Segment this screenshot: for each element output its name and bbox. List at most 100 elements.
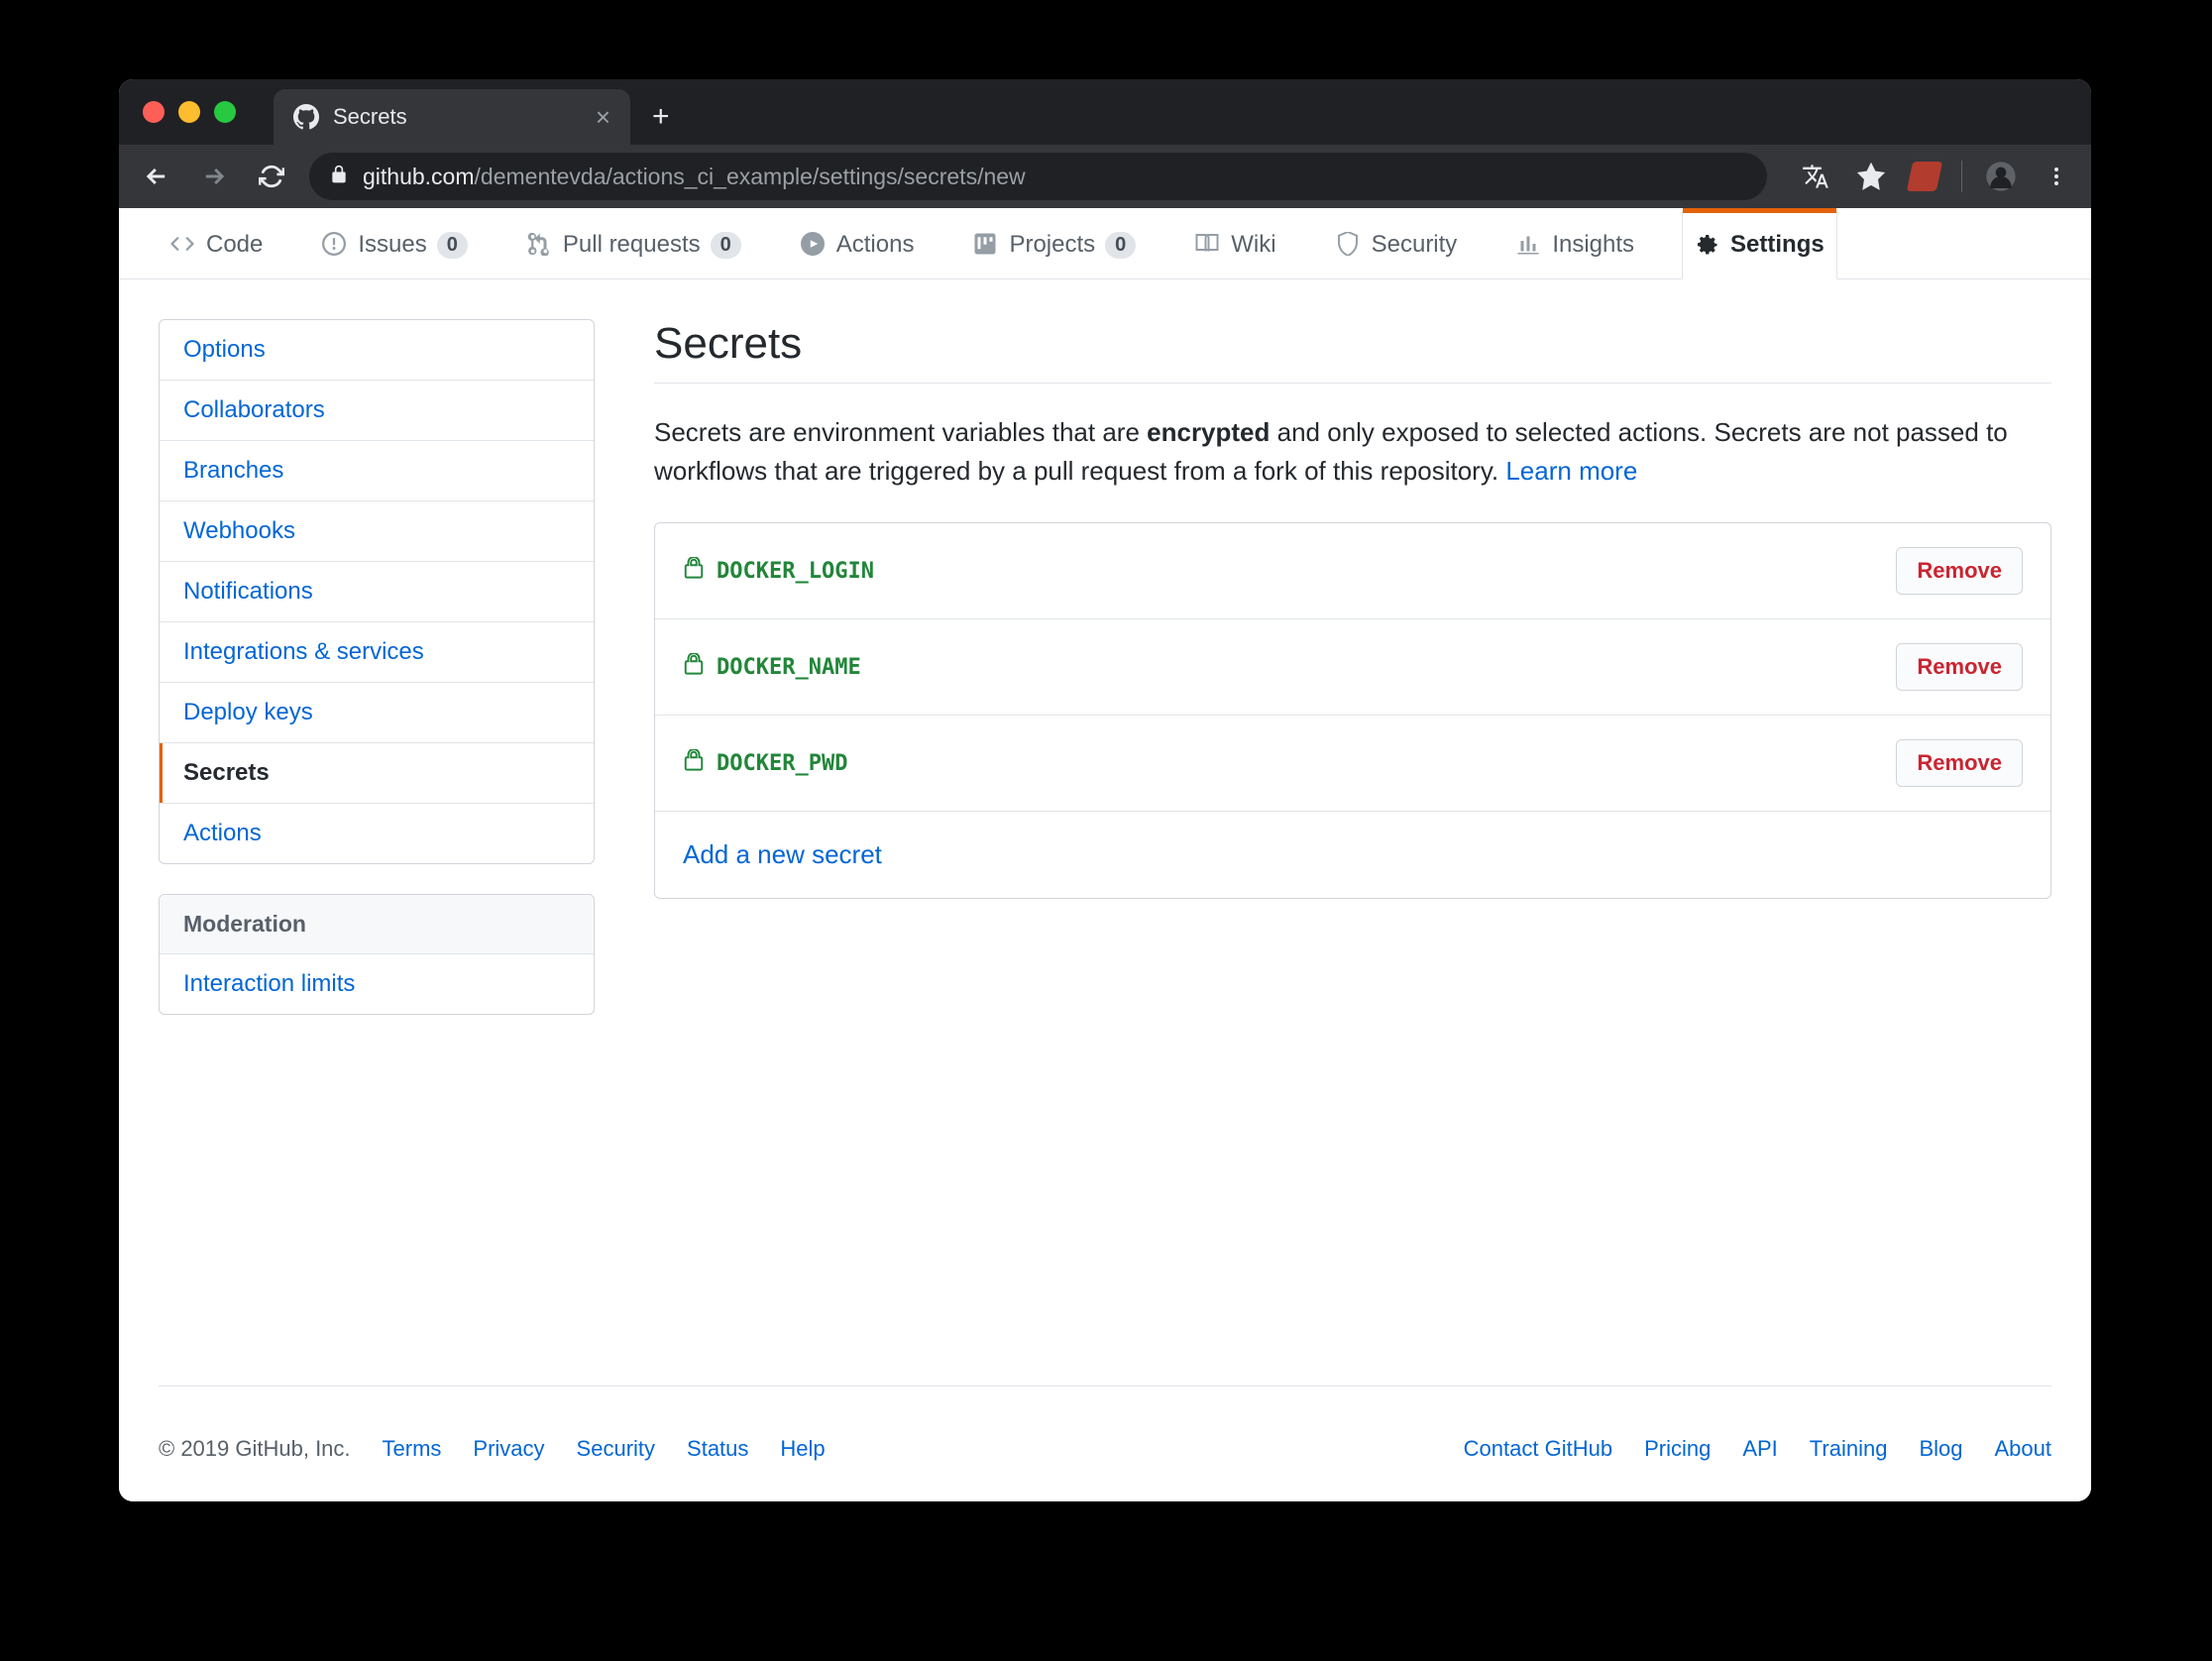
gear-icon — [1695, 232, 1720, 258]
sidebar-item-collaborators[interactable]: Collaborators — [160, 381, 594, 441]
footer-status[interactable]: Status — [687, 1436, 748, 1462]
secrets-list: DOCKER_LOGIN Remove DOCKER_NAME Remove — [654, 522, 2051, 899]
sidebar-item-interaction-limits[interactable]: Interaction limits — [160, 954, 594, 1014]
tab-label: Insights — [1552, 231, 1634, 259]
repo-nav: Code Issues 0 Pull requests 0 Actions Pr… — [119, 208, 2091, 279]
back-button[interactable] — [137, 157, 176, 196]
tab-code[interactable]: Code — [159, 211, 275, 278]
secret-name-text: DOCKER_LOGIN — [717, 559, 874, 584]
browser-tab[interactable]: Secrets × — [274, 89, 630, 145]
remove-button[interactable]: Remove — [1896, 739, 2023, 787]
main-content: Secrets Secrets are environment variable… — [654, 319, 2051, 1346]
sidebar-item-deploy-keys[interactable]: Deploy keys — [160, 683, 594, 743]
sidebar-item-integrations[interactable]: Integrations & services — [160, 622, 594, 683]
sidebar-item-actions[interactable]: Actions — [160, 804, 594, 863]
secret-row: DOCKER_PWD Remove — [655, 716, 2050, 812]
lock-icon — [683, 653, 705, 681]
secret-row: DOCKER_LOGIN Remove — [655, 523, 2050, 619]
footer-pricing[interactable]: Pricing — [1644, 1436, 1711, 1462]
maximize-window-button[interactable] — [214, 101, 236, 123]
tab-pull-requests[interactable]: Pull requests 0 — [515, 211, 753, 278]
sidebar-item-secrets[interactable]: Secrets — [160, 743, 594, 804]
moderation-header: Moderation — [160, 895, 594, 954]
url-text: github.com/dementevda/actions_ci_example… — [363, 164, 1026, 190]
sidebar-item-webhooks[interactable]: Webhooks — [160, 501, 594, 562]
secret-name: DOCKER_PWD — [683, 749, 847, 777]
footer-training[interactable]: Training — [1810, 1436, 1888, 1462]
browser-toolbar: github.com/dementevda/actions_ci_example… — [119, 145, 2091, 208]
pulls-count: 0 — [711, 232, 741, 259]
graph-icon — [1516, 232, 1542, 258]
close-window-button[interactable] — [143, 101, 165, 123]
add-secret-link[interactable]: Add a new secret — [683, 839, 882, 870]
window-controls — [119, 79, 260, 145]
star-icon[interactable] — [1854, 160, 1888, 193]
footer-contact[interactable]: Contact GitHub — [1464, 1436, 1612, 1462]
profile-icon[interactable] — [1984, 160, 2018, 193]
pr-icon — [527, 232, 553, 258]
menu-icon[interactable] — [2040, 160, 2073, 193]
project-icon — [973, 232, 999, 258]
browser-window: Secrets × + github.com/dementevda/action… — [119, 79, 2091, 1501]
address-bar[interactable]: github.com/dementevda/actions_ci_example… — [309, 153, 1767, 200]
toolbar-divider — [1961, 161, 1962, 192]
tab-projects[interactable]: Projects 0 — [961, 211, 1148, 278]
projects-count: 0 — [1105, 232, 1136, 259]
github-favicon-icon — [293, 104, 319, 130]
reload-button[interactable] — [252, 157, 291, 196]
page-content: Code Issues 0 Pull requests 0 Actions Pr… — [119, 208, 2091, 1501]
tab-label: Code — [206, 231, 263, 259]
lock-icon — [329, 164, 349, 190]
footer-left: © 2019 GitHub, Inc. Terms Privacy Securi… — [159, 1436, 826, 1462]
secrets-description: Secrets are environment variables that a… — [654, 413, 2051, 491]
moderation-menu: Moderation Interaction limits — [159, 894, 595, 1015]
page-body: Options Collaborators Branches Webhooks … — [119, 279, 2091, 1385]
learn-more-link[interactable]: Learn more — [1505, 456, 1637, 486]
new-tab-button[interactable]: + — [630, 89, 692, 145]
tab-settings[interactable]: Settings — [1682, 211, 1837, 279]
tab-label: Actions — [836, 231, 915, 259]
tab-label: Security — [1372, 231, 1458, 259]
page-footer: © 2019 GitHub, Inc. Terms Privacy Securi… — [159, 1385, 2051, 1501]
shield-icon — [1336, 232, 1362, 258]
toolbar-right — [1785, 160, 2073, 193]
close-tab-icon[interactable]: × — [596, 102, 610, 133]
footer-about[interactable]: About — [1995, 1436, 2052, 1462]
tab-issues[interactable]: Issues 0 — [310, 211, 480, 278]
desc-bold: encrypted — [1147, 417, 1270, 447]
secret-name-text: DOCKER_PWD — [717, 751, 847, 776]
translate-icon[interactable] — [1799, 160, 1832, 193]
issue-icon — [322, 232, 348, 258]
footer-right: Contact GitHub Pricing API Training Blog… — [1464, 1436, 2051, 1462]
forward-button[interactable] — [194, 157, 234, 196]
copyright: © 2019 GitHub, Inc. — [159, 1436, 351, 1462]
sidebar-item-options[interactable]: Options — [160, 320, 594, 381]
footer-blog[interactable]: Blog — [1919, 1436, 1962, 1462]
code-icon — [170, 232, 196, 258]
lock-icon — [683, 749, 705, 777]
sidebar-item-branches[interactable]: Branches — [160, 441, 594, 501]
remove-button[interactable]: Remove — [1896, 547, 2023, 595]
tab-wiki[interactable]: Wiki — [1183, 211, 1287, 278]
tab-label: Pull requests — [563, 231, 701, 259]
tab-label: Settings — [1730, 231, 1825, 259]
page-title: Secrets — [654, 319, 2051, 384]
footer-api[interactable]: API — [1742, 1436, 1777, 1462]
footer-security[interactable]: Security — [577, 1436, 655, 1462]
sidebar-item-notifications[interactable]: Notifications — [160, 562, 594, 622]
play-icon — [801, 232, 827, 258]
extension-icon[interactable] — [1907, 162, 1942, 191]
tab-security[interactable]: Security — [1324, 211, 1470, 278]
secret-name: DOCKER_LOGIN — [683, 557, 874, 585]
tab-actions[interactable]: Actions — [789, 211, 927, 278]
minimize-window-button[interactable] — [178, 101, 200, 123]
secret-name: DOCKER_NAME — [683, 653, 861, 681]
footer-terms[interactable]: Terms — [383, 1436, 442, 1462]
footer-help[interactable]: Help — [780, 1436, 825, 1462]
secret-name-text: DOCKER_NAME — [717, 655, 861, 680]
footer-privacy[interactable]: Privacy — [473, 1436, 544, 1462]
remove-button[interactable]: Remove — [1896, 643, 2023, 691]
tab-label: Projects — [1009, 231, 1095, 259]
tab-insights[interactable]: Insights — [1504, 211, 1646, 278]
lock-icon — [683, 557, 705, 585]
